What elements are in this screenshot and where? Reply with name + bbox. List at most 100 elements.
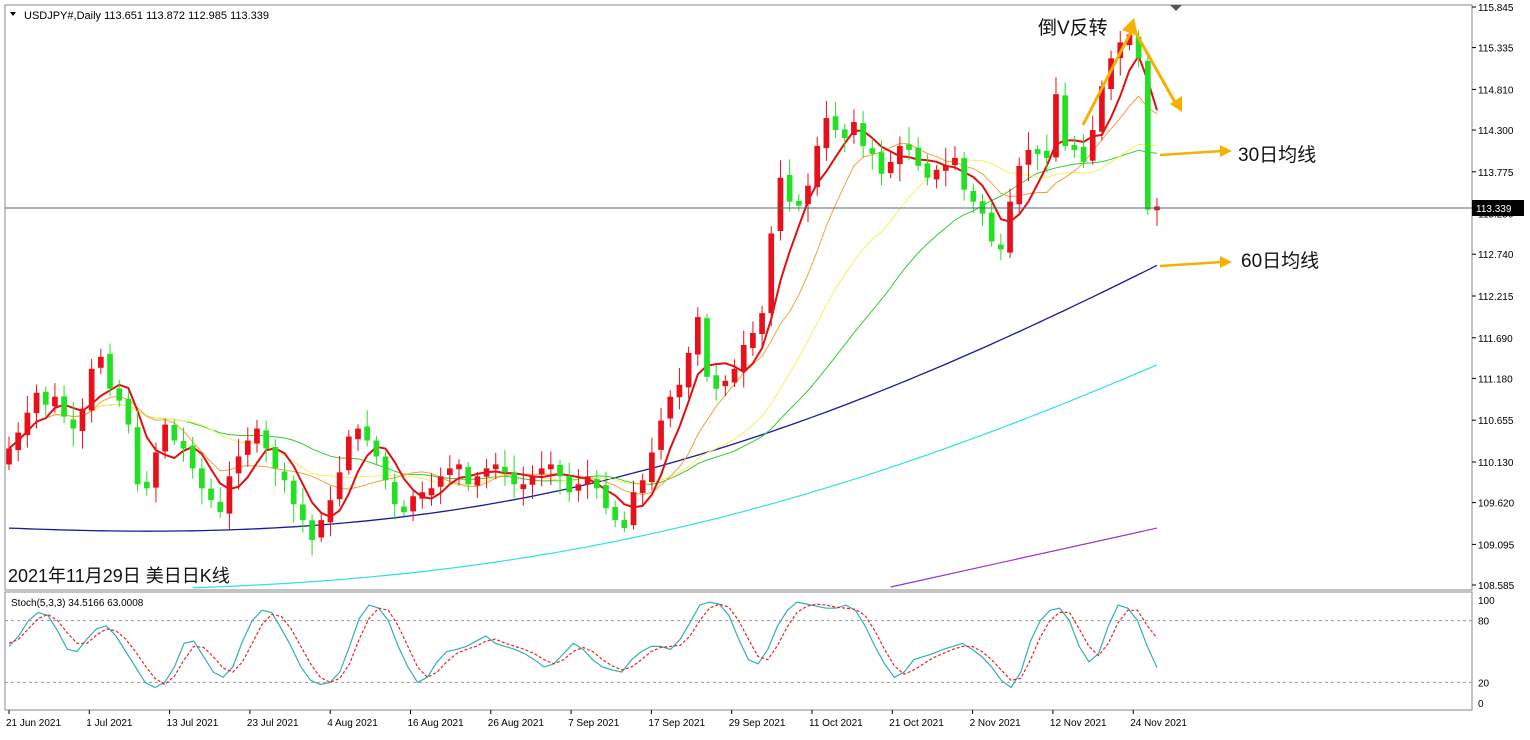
candle-body xyxy=(410,496,416,512)
x-tick-label: 16 Aug 2021 xyxy=(408,718,465,729)
x-tick-label: 29 Sep 2021 xyxy=(729,718,786,729)
candle-body xyxy=(153,452,159,488)
candle-body xyxy=(557,464,563,477)
candle-body xyxy=(125,398,132,425)
stoch-y-tick-label: 80 xyxy=(1478,617,1490,628)
y-tick-label: 111.180 xyxy=(1478,374,1513,385)
candle-body xyxy=(777,177,784,232)
candle-body xyxy=(658,420,664,450)
candle-body xyxy=(1034,149,1041,154)
x-tick-label: 7 Sep 2021 xyxy=(568,718,620,729)
candle-body xyxy=(1025,149,1032,165)
candle-body xyxy=(401,506,407,513)
candle-body xyxy=(1043,150,1050,158)
candle-body xyxy=(906,144,912,150)
candle-body xyxy=(456,464,462,470)
y-tick-label: 112.740 xyxy=(1478,250,1514,261)
candle-body xyxy=(924,163,931,178)
y-tick-label: 114.810 xyxy=(1478,85,1514,96)
candle-body xyxy=(823,118,830,149)
candle-body xyxy=(1071,145,1078,150)
y-tick-label: 109.620 xyxy=(1478,499,1515,510)
candle-body xyxy=(502,466,508,473)
ma60-label: 60日均线 xyxy=(1241,250,1319,272)
stoch-panel xyxy=(4,591,1473,711)
candle-body xyxy=(1053,94,1059,158)
candle-body xyxy=(483,468,490,477)
candle-body xyxy=(254,428,260,444)
candle-body xyxy=(566,475,573,493)
candle-body xyxy=(88,368,95,411)
current-price-label: 113.339 xyxy=(1476,204,1512,215)
reversal-label: 倒V反转 xyxy=(1038,17,1108,39)
candle-body xyxy=(1016,165,1023,205)
candle-body xyxy=(832,116,839,131)
candle-body xyxy=(290,480,297,505)
candle-body xyxy=(52,396,58,407)
candle-body xyxy=(24,412,31,436)
y-tick-label: 111.690 xyxy=(1478,334,1513,345)
candle-body xyxy=(97,356,104,368)
candle-body xyxy=(961,158,967,190)
candle-body xyxy=(327,500,334,523)
x-tick-label: 23 Jul 2021 xyxy=(247,718,299,729)
candle-body xyxy=(851,122,857,136)
candle-body xyxy=(345,436,352,471)
candle-body xyxy=(465,467,472,485)
candle-body xyxy=(897,145,903,165)
candle-body xyxy=(281,471,288,481)
candle-body xyxy=(713,375,720,389)
candle-body xyxy=(584,476,591,485)
candle-body xyxy=(116,388,123,401)
candle-body xyxy=(621,519,628,529)
candle-body xyxy=(860,123,866,146)
candle-body xyxy=(740,344,747,372)
candle-body xyxy=(162,424,168,452)
y-tick-label: 112.215 xyxy=(1478,292,1514,303)
candle-body xyxy=(492,464,499,470)
y-tick-label: 110.130 xyxy=(1478,458,1514,469)
candle-body xyxy=(437,476,444,487)
x-tick-label: 17 Sep 2021 xyxy=(648,718,705,729)
candle-body xyxy=(263,430,269,449)
main-panel xyxy=(4,4,1473,591)
candle-body xyxy=(171,424,178,441)
candle-body xyxy=(208,488,214,501)
y-tick-label: 115.845 xyxy=(1478,3,1514,14)
y-tick-label: 113.775 xyxy=(1478,168,1514,179)
stoch-title: Stoch(5,3,3) 34.5166 63.0008 xyxy=(11,598,144,609)
y-tick-label: 110.655 xyxy=(1478,416,1514,427)
candle-body xyxy=(915,147,922,166)
candle-body xyxy=(988,212,995,242)
candle-body xyxy=(318,520,325,538)
symbol-header: USDJPY#,Daily 113.651 113.872 112.985 11… xyxy=(24,10,269,22)
x-tick-label: 21 Jun 2021 xyxy=(6,718,61,729)
y-tick-label: 109.095 xyxy=(1478,540,1515,551)
candle-body xyxy=(235,456,242,474)
candle-body xyxy=(15,432,22,451)
candle-body xyxy=(942,165,949,171)
candle-body xyxy=(979,201,986,214)
candle-body xyxy=(355,428,361,440)
candle-body xyxy=(446,468,453,475)
candle-body xyxy=(538,468,545,475)
x-tick-label: 12 Nov 2021 xyxy=(1050,718,1107,729)
x-tick-label: 24 Nov 2021 xyxy=(1130,718,1187,729)
candle-body xyxy=(750,333,756,348)
candle-body xyxy=(309,520,315,541)
candle-body xyxy=(676,384,683,398)
candle-body xyxy=(419,492,426,499)
candle-body xyxy=(79,408,86,431)
candle-body xyxy=(6,448,12,465)
candle-body xyxy=(226,476,233,514)
price-chart: 115.845115.335114.810114.300113.775113.2… xyxy=(0,0,1530,740)
candle-body xyxy=(814,145,821,188)
stoch-y-tick-label: 20 xyxy=(1478,678,1490,689)
candle-body xyxy=(887,161,894,174)
candle-body xyxy=(107,353,113,389)
x-tick-label: 21 Oct 2021 xyxy=(889,718,944,729)
candle-body xyxy=(42,391,49,405)
candle-body xyxy=(869,148,876,154)
candle-body xyxy=(474,476,481,486)
candle-body xyxy=(134,427,141,485)
